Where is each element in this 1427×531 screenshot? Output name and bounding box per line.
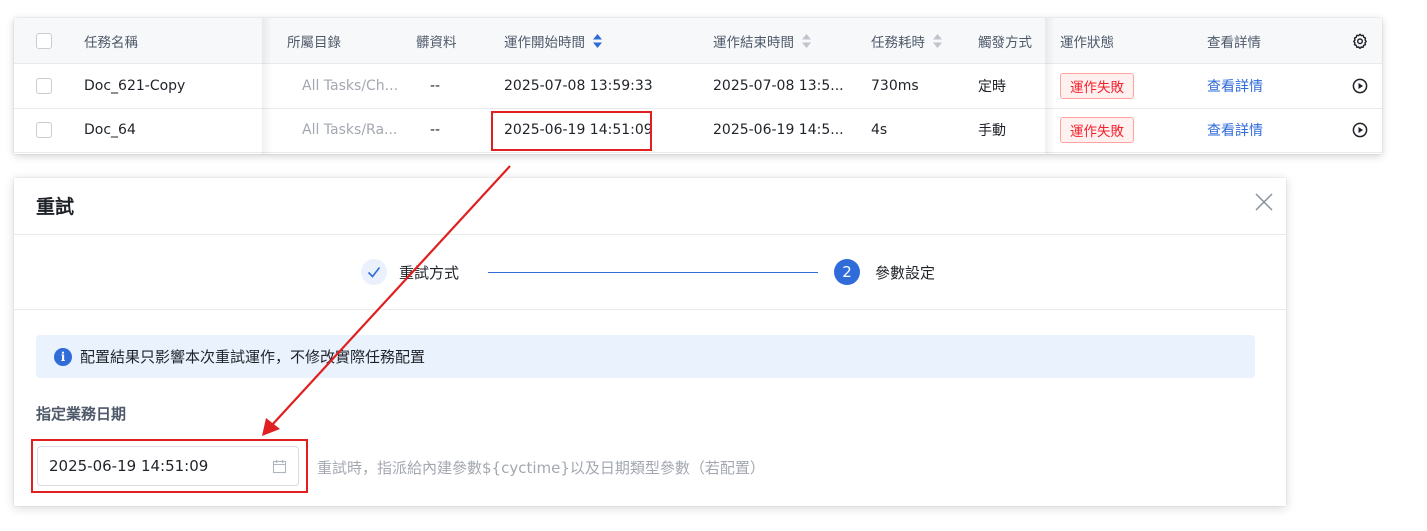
- header-task-name: 任務名稱: [84, 34, 138, 51]
- task-name: Doc_621-Copy: [84, 78, 186, 94]
- directory: All Tasks/Ch...: [302, 78, 399, 94]
- steps-indicator: 重試方式 2 參數設定: [14, 235, 1286, 310]
- status-badge: 運作失敗: [1060, 108, 1134, 152]
- task-table: 任務名稱 所屬目錄 髒資料 運作開始時間 運作結束時間 任務耗時 觸發方式 運作…: [14, 18, 1382, 154]
- table-row[interactable]: Doc_621-Copy All Tasks/Ch... -- 2025-07-…: [14, 64, 1382, 109]
- fixed-column-shadow: [262, 18, 272, 154]
- status-badge-text: 運作失敗: [1060, 73, 1134, 99]
- calendar-icon[interactable]: [272, 459, 287, 474]
- step-2-label: 參數設定: [875, 264, 936, 282]
- view-details-link[interactable]: 查看詳情: [1207, 64, 1263, 108]
- business-date-value: 2025-06-19 14:51:09: [49, 457, 209, 475]
- header-dirty-data: 髒資料: [416, 34, 457, 51]
- start-time: 2025-07-08 13:59:33: [504, 78, 653, 94]
- select-all-checkbox[interactable]: [36, 18, 52, 63]
- header-end-time[interactable]: 運作結束時間: [713, 18, 811, 63]
- end-time: 2025-07-08 13:5...: [713, 78, 844, 94]
- table-header-row: 任務名稱 所屬目錄 髒資料 運作開始時間 運作結束時間 任務耗時 觸發方式 運作…: [14, 18, 1382, 64]
- header-duration[interactable]: 任務耗時: [871, 18, 942, 63]
- header-end-time-label: 運作結束時間: [713, 34, 794, 51]
- business-date-help: 重試時，指派給內建參數${cyctime}以及日期類型參數（若配置）: [317, 459, 765, 477]
- dialog-title: 重試: [36, 196, 75, 218]
- duration: 4s: [871, 122, 888, 138]
- info-alert: i 配置結果只影響本次重試運作，不修改實際任務配置: [36, 335, 1255, 378]
- play-icon[interactable]: [1352, 108, 1368, 152]
- header-details: 查看詳情: [1207, 34, 1261, 51]
- step-connector: [488, 272, 818, 273]
- play-icon[interactable]: [1352, 64, 1368, 108]
- sort-icon[interactable]: [933, 33, 942, 48]
- trigger: 手動: [978, 123, 1006, 139]
- sort-active-icon[interactable]: [593, 33, 602, 48]
- start-time: 2025-06-19 14:51:09: [504, 122, 653, 138]
- row-checkbox[interactable]: [36, 108, 52, 152]
- status-badge-text: 運作失敗: [1060, 117, 1134, 143]
- header-trigger: 觸發方式: [978, 34, 1032, 51]
- sort-icon[interactable]: [802, 33, 811, 48]
- header-start-time-label: 運作開始時間: [504, 34, 585, 51]
- end-time: 2025-06-19 14:5...: [713, 122, 844, 138]
- step-1-label[interactable]: 重試方式: [399, 262, 459, 283]
- table-row[interactable]: Doc_64 All Tasks/Ra... -- 2025-06-19 14:…: [14, 108, 1382, 153]
- step-2-number: 2: [834, 259, 860, 285]
- row-checkbox[interactable]: [36, 64, 52, 108]
- header-start-time[interactable]: 運作開始時間: [504, 18, 602, 63]
- dirty-data: --: [430, 122, 441, 138]
- duration: 730ms: [871, 78, 919, 94]
- trigger: 定時: [978, 79, 1006, 95]
- task-name: Doc_64: [84, 122, 136, 138]
- header-status: 運作狀態: [1060, 34, 1114, 51]
- close-icon[interactable]: [1252, 190, 1276, 214]
- dialog-header: 重試: [14, 178, 1286, 235]
- header-duration-label: 任務耗時: [871, 34, 925, 51]
- fixed-column-shadow: [1045, 18, 1055, 154]
- business-date-label: 指定業務日期: [36, 405, 127, 423]
- info-icon: i: [54, 347, 72, 366]
- directory: All Tasks/Ra...: [302, 122, 398, 138]
- info-text: 配置結果只影響本次重試運作，不修改實際任務配置: [80, 348, 426, 366]
- retry-dialog: 重試 重試方式 2 參數設定 i 配置結果只影響本次重試運作，不修改實際任務配置…: [14, 178, 1286, 506]
- column-settings-gear-icon[interactable]: [1352, 18, 1368, 63]
- view-details-link[interactable]: 查看詳情: [1207, 108, 1263, 152]
- status-badge: 運作失敗: [1060, 64, 1134, 108]
- header-directory: 所屬目錄: [287, 34, 341, 51]
- dirty-data: --: [430, 78, 441, 94]
- check-icon: [361, 259, 387, 285]
- business-date-picker[interactable]: 2025-06-19 14:51:09: [37, 446, 299, 486]
